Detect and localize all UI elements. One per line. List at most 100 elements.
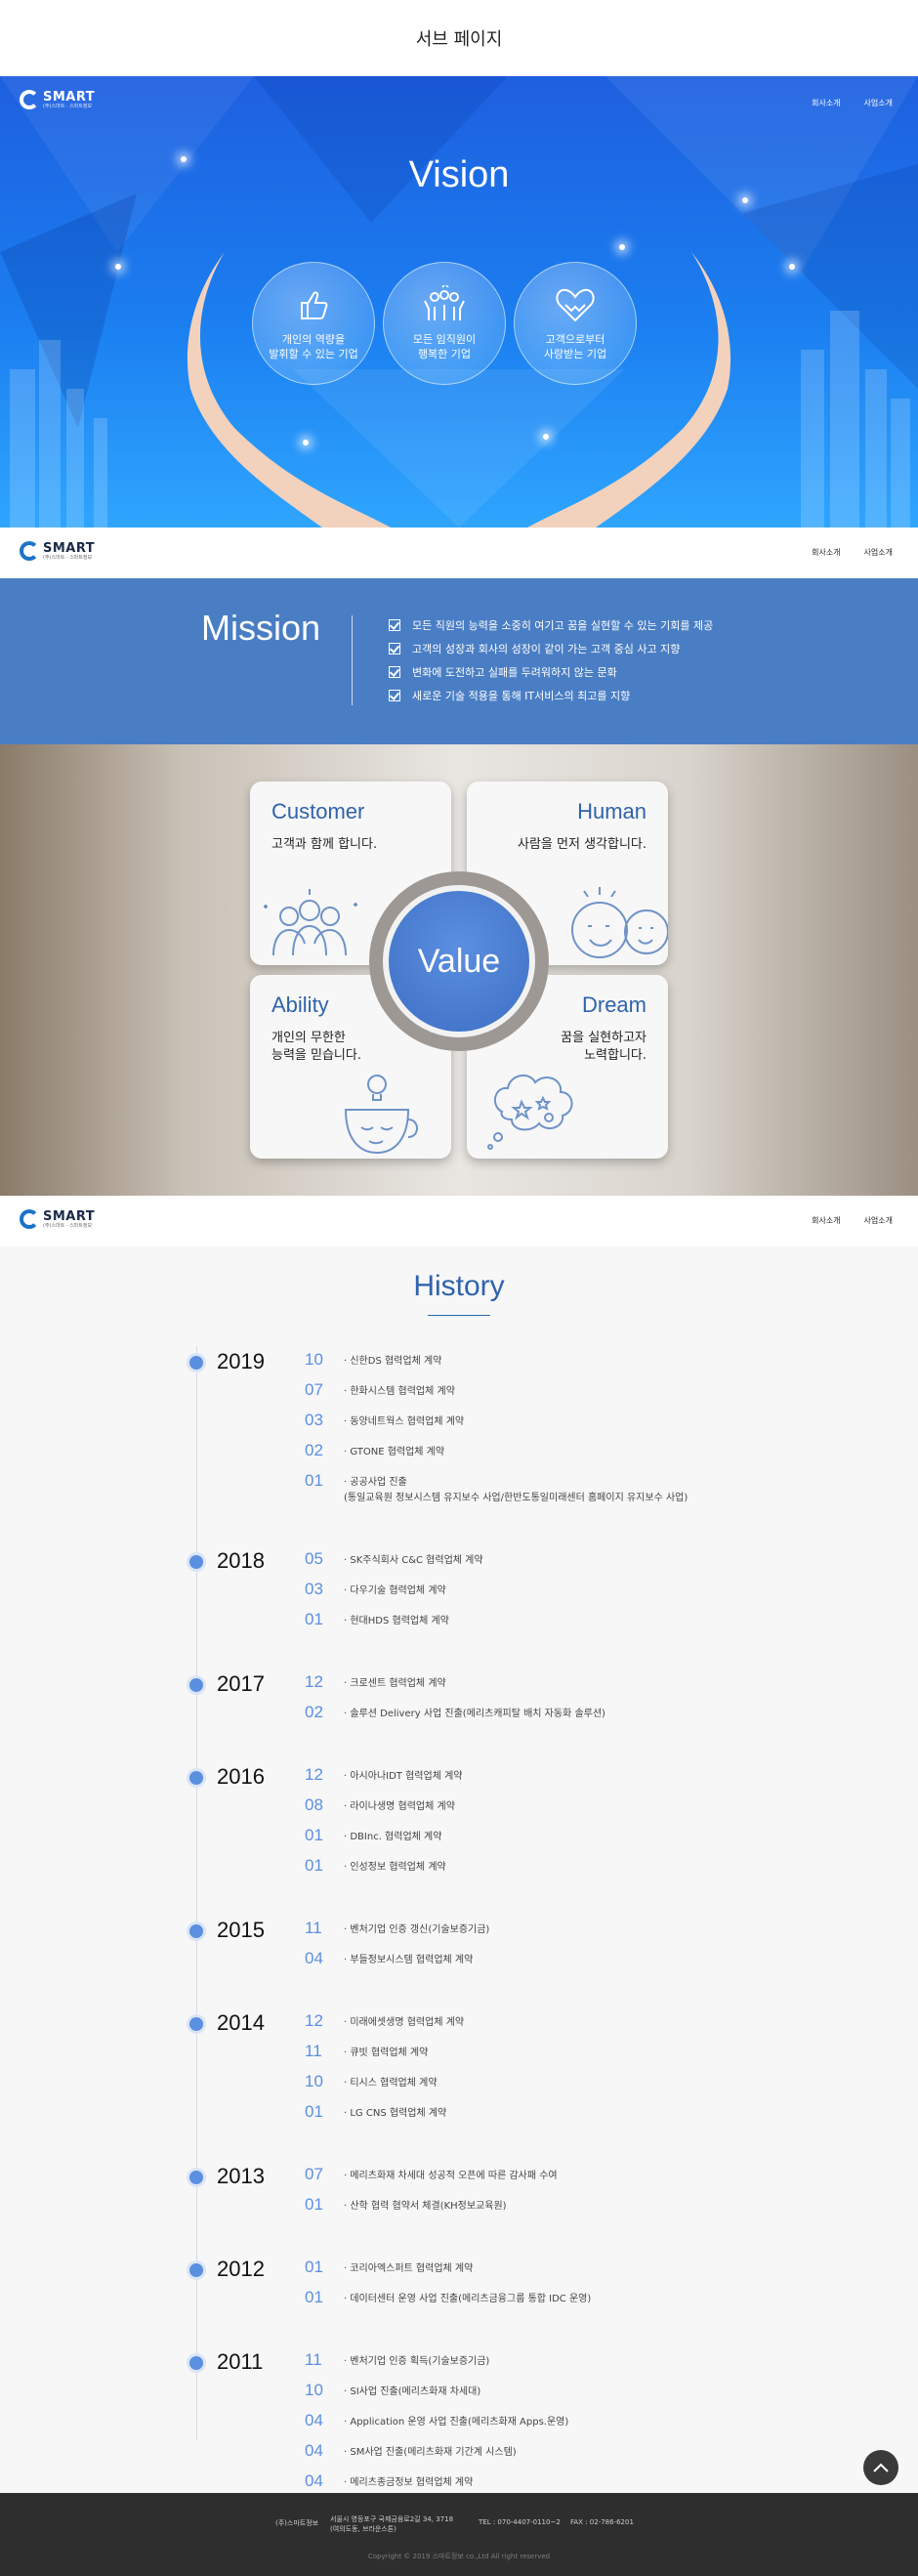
nav-business[interactable]: 사업소개: [864, 98, 893, 108]
event-month: 08: [305, 1795, 323, 1814]
nav-company[interactable]: 회사소개: [812, 1215, 840, 1226]
event-month: 11: [305, 2350, 322, 2369]
event-month: 10: [305, 2381, 323, 2399]
event-month: 02: [305, 1703, 323, 1721]
timeline-dot: [189, 2356, 203, 2370]
nav-links: 회사소개 사업소개: [812, 547, 893, 558]
event-text: · 한화시스템 협력업체 계약: [344, 1386, 455, 1397]
footer-fax: FAX : 02-786-6201: [570, 2518, 634, 2526]
event-text: · GTONE 협력업체 계약: [344, 1447, 445, 1457]
vision-item-2: 모든 임직원이 행복한 기업: [383, 262, 506, 385]
checkbox-icon: [389, 643, 400, 655]
logo-name: SMART: [43, 1208, 96, 1224]
event-text: · 동양네트웍스 협력업체 계약: [344, 1416, 465, 1427]
event-text: · 인성정보 협력업체 계약: [344, 1862, 446, 1873]
history-event: 11 · 큐빗 협력업체 계약: [305, 2042, 429, 2061]
card-title: Human: [577, 799, 647, 823]
footer-company: (주)스마트정보: [275, 2519, 319, 2527]
logo-tagline: (주)스마트 · 스마트정보: [43, 103, 93, 109]
scroll-to-top-button[interactable]: [863, 2450, 898, 2485]
event-month: 01: [305, 1856, 323, 1875]
footer-address: 서울시 영등포구 국제금융로2길 34, 3718 (여의도동, 브라운스톤): [330, 2515, 454, 2533]
nav-business[interactable]: 사업소개: [864, 547, 893, 558]
footer-copyright: Copyright © 2019 스마트정보 co.,Ltd All right…: [367, 2553, 551, 2560]
card-desc: 사람을 먼저 생각합니다.: [518, 837, 647, 852]
event-text: · 벤처기업 인증 획득(기술보증기금): [344, 2356, 490, 2367]
handshake-heart-icon: [556, 288, 595, 322]
year-label: 2018: [217, 1548, 265, 1573]
history-event: 01 · 데이터센터 운영 사업 진출(메리츠금융그룹 통합 IDC 운영): [305, 2288, 591, 2307]
nav-links: 회사소개 사업소개: [812, 98, 893, 108]
event-text: · DBInc. 협력업체 계약: [344, 1832, 442, 1842]
value-section: Customer 고객과 함께 합니다. Human 사람을 먼저 생각합니다.…: [0, 744, 918, 1196]
sparkle-icon: [303, 440, 309, 445]
logo[interactable]: SMART (주)스마트 · 스마트정보: [20, 90, 95, 109]
event-text: · 메리츠화재 차세대 성공적 오픈에 따른 감사패 수여: [344, 2171, 558, 2181]
history-event: 12 · 미래에셋생명 협력업체 계약: [305, 2011, 465, 2031]
people-celebrate-icon: [424, 285, 465, 320]
history-title: History: [413, 1270, 505, 1302]
footer: (주)스마트정보 서울시 영등포구 국제금융로2길 34, 3718 (여의도동…: [0, 2493, 918, 2576]
history-event: 01 · 산학 협력 협약서 체결(KH정보교육원): [305, 2195, 507, 2215]
event-month: 03: [305, 1411, 323, 1429]
event-month: 04: [305, 2411, 323, 2429]
logo[interactable]: SMART (주)스마트 · 스마트정보: [20, 541, 95, 561]
event-month: 12: [305, 1765, 323, 1784]
event-text: · 코리아엑스퍼트 협력업체 계약: [344, 2263, 474, 2274]
card-title: Dream: [581, 992, 647, 1017]
card-title: Customer: [271, 799, 365, 823]
history-event: 12 · 아시아나IDT 협력업체 계약: [305, 1765, 463, 1785]
history-event: 01 · 공공사업 진출 (통일교육원 정보시스템 유지보수 사업/한반도통일미래…: [305, 1471, 688, 1506]
vision-item-3: 고객으로부터 사랑받는 기업: [514, 262, 637, 385]
event-text: · 큐빗 협력업체 계약: [344, 2048, 429, 2058]
history-event: 07 · 메리츠화재 차세대 성공적 오픈에 따른 감사패 수여: [305, 2165, 558, 2184]
mission-item-text: 고객의 성장과 회사의 성장이 같이 가는 고객 중심 사고 지향: [412, 643, 681, 655]
history-event: 10 · SI사업 진출(메리츠화재 차세대): [305, 2381, 480, 2400]
history-event: 04 · 부들정보시스템 협력업체 계약: [305, 1949, 474, 1968]
page-title: 서브 페이지: [0, 0, 918, 76]
card-desc: 꿈을 실현하고자 노력합니다.: [561, 1031, 647, 1063]
event-month: 07: [305, 2165, 323, 2183]
logo-mark-icon: [20, 541, 39, 561]
sparkle-icon: [115, 264, 121, 270]
event-text: · 벤처기업 인증 갱신(기술보증기금): [344, 1924, 490, 1935]
vision-section: SMART (주)스마트 · 스마트정보 회사소개 사업소개 Vision 개인…: [0, 76, 918, 528]
nav-company[interactable]: 회사소개: [812, 547, 840, 558]
sparkle-icon: [619, 244, 625, 250]
history-event: 01 · 인성정보 협력업체 계약: [305, 1856, 446, 1876]
timeline-dot: [189, 2171, 203, 2184]
customers-icon: [264, 889, 357, 955]
history-event: 04 · SM사업 진출(메리츠화재 기간계 시스템): [305, 2441, 517, 2461]
year-label: 2013: [217, 2164, 265, 2188]
history-event: 01 · DBInc. 협력업체 계약: [305, 1826, 442, 1845]
navbar: SMART (주)스마트 · 스마트정보 회사소개 사업소개: [0, 528, 918, 579]
logo[interactable]: SMART (주)스마트 · 스마트정보: [20, 1209, 95, 1229]
nav-company[interactable]: 회사소개: [812, 98, 840, 108]
navbar: SMART (주)스마트 · 스마트정보 회사소개 사업소개: [0, 1196, 918, 1247]
vision-item-1: 개인의 역량을 발휘할 수 있는 기업: [252, 262, 375, 385]
history-event: 08 · 라이나생명 협력업체 계약: [305, 1795, 455, 1815]
thumbs-up-icon: [301, 291, 328, 319]
timeline-dot: [189, 1924, 203, 1938]
timeline-dot: [189, 1555, 203, 1569]
event-month: 10: [305, 2072, 323, 2090]
event-text: · 라이나생명 협력업체 계약: [344, 1801, 455, 1812]
event-text: · 메리츠종금정보 협력업체 계약: [344, 2477, 474, 2488]
mission-item: 모든 직원의 능력을 소중히 여기고 꿈을 실현할 수 있는 기회를 제공: [389, 613, 713, 637]
history-event: 12 · 크로센트 협력업체 계약: [305, 1672, 446, 1692]
history-event: 04 · 메리츠종금정보 협력업체 계약: [305, 2471, 474, 2491]
history-event: 03 · 동양네트웍스 협력업체 계약: [305, 1411, 465, 1430]
event-text: · 다우기술 협력업체 계약: [344, 1585, 446, 1596]
nav-business[interactable]: 사업소개: [864, 1215, 893, 1226]
event-month: 01: [305, 1826, 323, 1844]
mission-item-text: 모든 직원의 능력을 소중히 여기고 꿈을 실현할 수 있는 기회를 제공: [412, 619, 714, 632]
event-text: · 부들정보시스템 협력업체 계약: [344, 1955, 474, 1965]
nav-links: 회사소개 사업소개: [812, 1215, 893, 1226]
mission-title: Mission: [201, 608, 321, 648]
event-month: 01: [305, 1471, 323, 1490]
sparkle-icon: [742, 197, 748, 203]
event-text: · 미래에셋생명 협력업체 계약: [344, 2017, 465, 2028]
event-text: · 아시아나IDT 협력업체 계약: [344, 1771, 463, 1782]
event-month: 02: [305, 1441, 323, 1459]
timeline-dot: [189, 2263, 203, 2277]
